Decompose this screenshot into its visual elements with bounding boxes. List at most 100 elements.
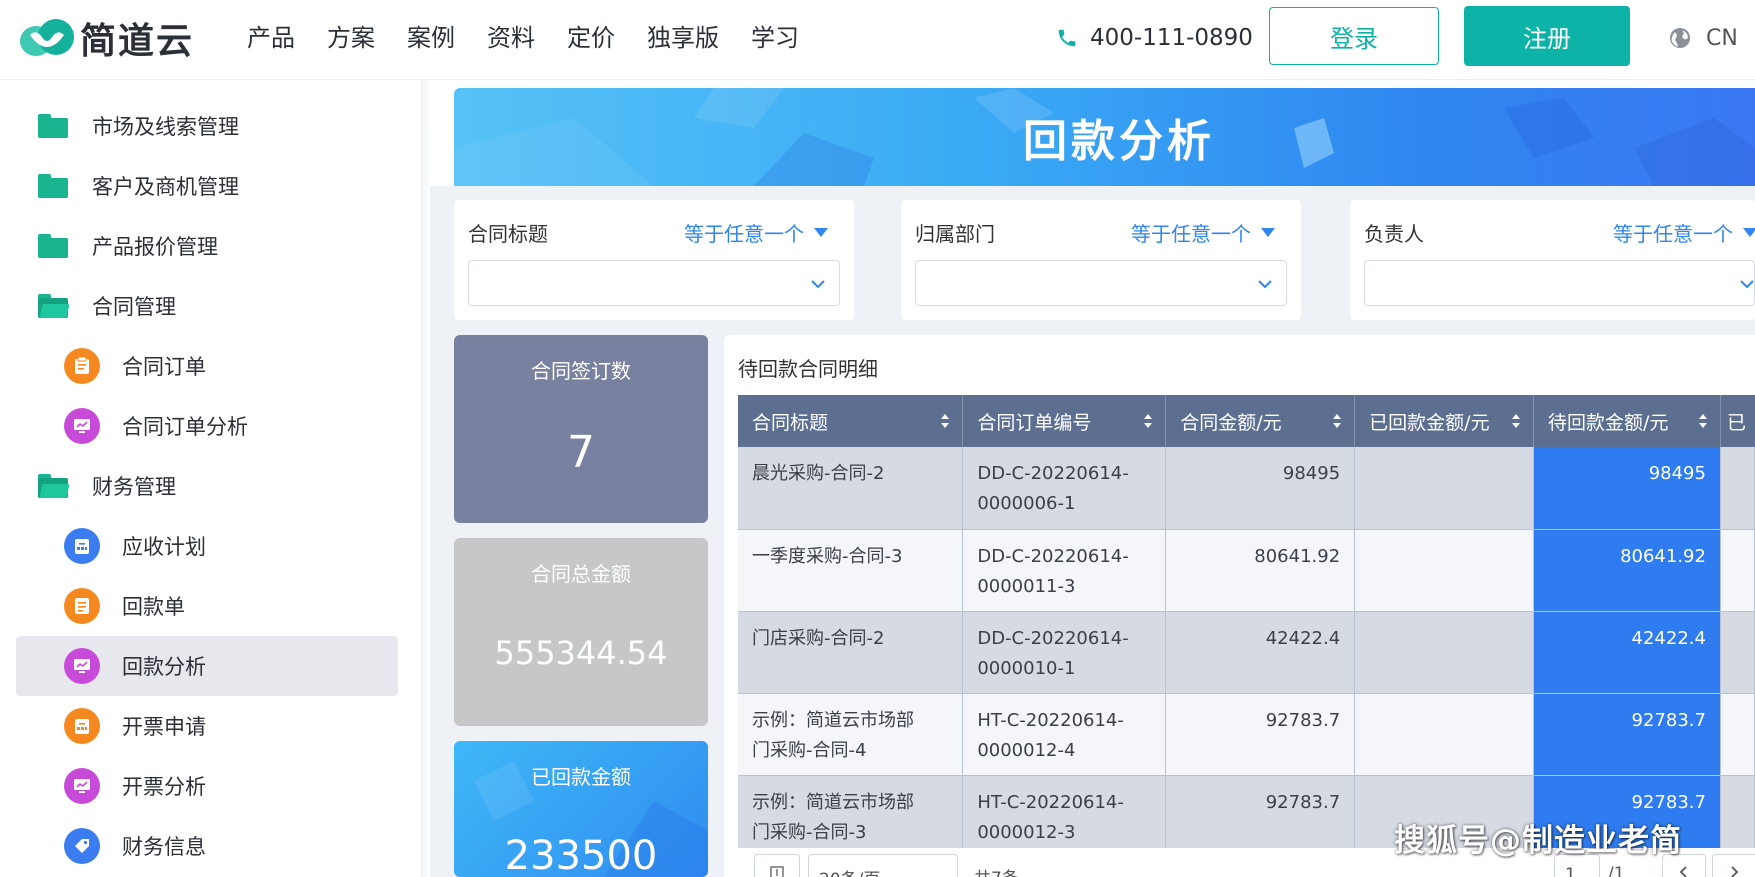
language-switcher[interactable]: CN <box>1668 18 1738 58</box>
total-count: 共7条 <box>974 864 1019 877</box>
filter-label: 合同标题 <box>468 222 548 246</box>
caret-down-icon <box>814 228 828 237</box>
filter-label: 归属部门 <box>915 222 995 246</box>
column-label: 已回款金额/元 <box>1369 411 1490 434</box>
sidebar-item-customers[interactable]: 客户及商机管理 <box>16 156 398 216</box>
column-label: 待回款金额/元 <box>1548 411 1669 434</box>
nav-product[interactable]: 产品 <box>247 18 295 58</box>
sort-icon <box>1333 414 1342 428</box>
cell-pending: 98495 <box>1533 447 1721 530</box>
cell-pending: 42422.4 <box>1533 611 1721 694</box>
folder-open-icon <box>38 474 70 498</box>
sidebar-item-contracts[interactable]: 合同管理 <box>16 276 398 336</box>
nav-cases[interactable]: 案例 <box>407 18 455 58</box>
table-row[interactable]: 门店采购-合同-2 DD-C-20220614- 0000010-1 42422.… <box>738 611 1755 694</box>
sidebar-item-contract-orders[interactable]: 合同订单 <box>16 336 398 396</box>
filter-operator-label: 等于任意一个 <box>684 222 804 246</box>
column-label: 合同金额/元 <box>1180 411 1282 434</box>
sidebar-item-quotes[interactable]: 产品报价管理 <box>16 216 398 276</box>
chevron-left-icon <box>1679 866 1687 877</box>
sidebar-item-contract-analysis[interactable]: 合同订单分析 <box>16 396 398 456</box>
sidebar-item-label: 应收计划 <box>122 535 206 559</box>
table-header-row: 合同标题 合同订单编号 合同金额/元 已回款金额/元 待回款金额/元 已 <box>738 395 1755 447</box>
nav-exclusive[interactable]: 独享版 <box>647 18 719 58</box>
column-header-received[interactable]: 已回款金额/元 <box>1354 395 1535 447</box>
dashboard-icon <box>64 648 100 684</box>
sidebar-item-label: 财务信息 <box>122 835 206 859</box>
register-button[interactable]: 注册 <box>1464 6 1630 66</box>
sidebar-item-label: 合同管理 <box>92 295 176 319</box>
filter-select[interactable] <box>915 260 1287 306</box>
page-size-select[interactable]: 20条/页 <box>808 854 958 877</box>
nav-pricing[interactable]: 定价 <box>567 18 615 58</box>
sidebar-divider <box>422 80 430 877</box>
nav-resources[interactable]: 资料 <box>487 18 535 58</box>
nav-learn[interactable]: 学习 <box>751 18 799 58</box>
phone-icon <box>1058 29 1076 47</box>
next-page-button[interactable] <box>1712 854 1755 877</box>
watermark-text: 搜狐号@制造业老简 <box>1394 823 1682 859</box>
cell-truncated <box>1720 775 1755 858</box>
cell-amount: 80641.92 <box>1165 529 1356 612</box>
filter-select[interactable] <box>468 260 840 306</box>
export-button[interactable] <box>754 854 800 877</box>
sort-icon <box>1698 414 1707 428</box>
folder-icon <box>38 174 68 198</box>
cell-order-no: DD-C-20220614- 0000010-1 <box>962 611 1167 694</box>
login-button[interactable]: 登录 <box>1269 7 1439 65</box>
column-header-order-no[interactable]: 合同订单编号 <box>962 395 1167 447</box>
form-icon <box>64 348 100 384</box>
stat-value: 7 <box>567 427 595 478</box>
table-row[interactable]: 一季度采购-合同-3 DD-C-20220614- 0000011-3 80641… <box>738 529 1755 612</box>
filter-operator-dropdown[interactable]: 等于任意一个 <box>1131 218 1275 247</box>
filter-owner: 负责人 等于任意一个 <box>1350 200 1755 320</box>
column-header-amount[interactable]: 合同金额/元 <box>1165 395 1356 447</box>
filter-operator-dropdown[interactable]: 等于任意一个 <box>1613 218 1755 247</box>
chevron-down-icon <box>1258 280 1272 289</box>
page-number: 1 <box>1565 865 1576 877</box>
sidebar-item-marketing[interactable]: 市场及线索管理 <box>16 96 398 156</box>
filter-operator-label: 等于任意一个 <box>1613 222 1733 246</box>
folder-open-icon <box>38 294 70 318</box>
cell-title: 示例：简道云市场部 门采购-合同-4 <box>738 693 964 776</box>
form-icon <box>64 588 100 624</box>
phone-number: 400-111-0890 <box>1090 25 1253 51</box>
sidebar-item-label: 回款单 <box>122 595 185 619</box>
column-header-title[interactable]: 合同标题 <box>738 395 964 447</box>
nav-solutions[interactable]: 方案 <box>327 18 375 58</box>
caret-down-icon <box>1743 228 1755 237</box>
column-label: 合同订单编号 <box>977 411 1092 434</box>
filter-operator-dropdown[interactable]: 等于任意一个 <box>684 218 828 247</box>
table-row[interactable]: 示例：简道云市场部 门采购-合同-4 HT-C-20220614- 0000012-… <box>738 693 1755 776</box>
cell-order-no: HT-C-20220614- 0000012-3 <box>962 775 1167 858</box>
cell-title: 示例：简道云市场部 门采购-合同-3 <box>738 775 964 858</box>
sidebar-item-payment-receipt[interactable]: 回款单 <box>16 576 398 636</box>
cell-title: 门店采购-合同-2 <box>738 611 964 694</box>
globe-icon <box>1670 28 1690 48</box>
sidebar-item-payment-analysis[interactable]: 回款分析 <box>16 636 398 696</box>
column-header-pending[interactable]: 待回款金额/元 <box>1533 395 1721 447</box>
table-row[interactable]: 晨光采购-合同-2 DD-C-20220614- 0000006-1 98495 … <box>738 447 1755 530</box>
sidebar-item-invoice-request[interactable]: 开票申请 <box>16 696 398 756</box>
filter-operator-label: 等于任意一个 <box>1131 222 1251 246</box>
sort-icon <box>1512 414 1521 428</box>
cell-amount: 92783.7 <box>1165 693 1356 776</box>
brand-logo[interactable]: 简道云 <box>18 10 194 66</box>
page-title: 回款分析 <box>1023 116 1215 167</box>
chevron-down-icon <box>1740 280 1754 289</box>
stat-label: 合同签订数 <box>531 359 631 383</box>
sidebar-item-label: 财务管理 <box>92 475 176 499</box>
phone-contact[interactable]: 400-111-0890 <box>1056 18 1253 58</box>
sidebar-item-finance[interactable]: 财务管理 <box>16 456 398 516</box>
sidebar-item-invoice-analysis[interactable]: 开票分析 <box>16 756 398 816</box>
invoice-icon <box>64 708 100 744</box>
logo-icon <box>18 15 76 61</box>
cell-order-no: HT-C-20220614- 0000012-4 <box>962 693 1167 776</box>
column-header-truncated[interactable]: 已 <box>1720 395 1755 447</box>
filter-select[interactable] <box>1364 260 1755 306</box>
sidebar-item-receivable-plan[interactable]: 应收计划 <box>16 516 398 576</box>
sidebar: 市场及线索管理 客户及商机管理 产品报价管理 合同管理 合同订单 合同订单分析 … <box>0 80 422 877</box>
cell-received <box>1354 447 1535 530</box>
sidebar-item-finance-info[interactable]: 财务信息 <box>16 816 398 876</box>
top-header: 简道云 产品 方案 案例 资料 定价 独享版 学习 400-111-0890 登… <box>0 0 1755 80</box>
